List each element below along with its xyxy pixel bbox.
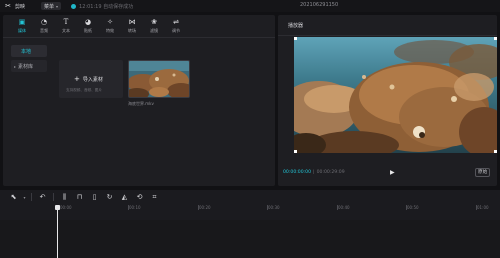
media-panel: ▣ 媒体 ◔ 音频 T 文本 ◕ 贴纸 ✧ 特效 ⋈ 转场 ❀ 滤镜 ⇌ 调节 <box>3 15 275 186</box>
divider <box>278 35 497 36</box>
total-time: 00:00:29:09 <box>316 170 345 175</box>
video-preview[interactable] <box>294 37 497 153</box>
filter-icon: ❀ <box>151 18 157 26</box>
tab-label: 转场 <box>128 28 136 33</box>
sidebar-item-label: 素材库 <box>18 63 34 70</box>
timeline-toolbar: ⬉ ▾ ↶ ⫼ ⊓ ▯ ↻ ◭ ⟲ ⌗ <box>0 190 500 204</box>
split-icon[interactable]: ⫼ <box>57 191 72 203</box>
rotate-icon[interactable]: ⟲ <box>132 191 147 203</box>
freeze-icon[interactable]: ▯ <box>87 191 102 203</box>
effects-icon: ✧ <box>107 18 113 26</box>
transition-icon: ⋈ <box>128 18 136 26</box>
sidebar-item-label: 本地 <box>21 48 32 55</box>
tab-filter[interactable]: ❀ 滤镜 <box>143 15 165 37</box>
chevron-down-icon: ▾ <box>56 3 59 9</box>
title-bar: ✂ 剪映 菜单 ▾ 12:01:19 自动保存成功 202106291150 <box>0 0 500 12</box>
import-media-button[interactable]: + 导入素材 支持视频、音频、图片 <box>59 60 123 98</box>
save-status-icon <box>71 3 77 9</box>
tab-label: 调节 <box>172 28 180 33</box>
tab-adjust[interactable]: ⇌ 调节 <box>165 15 187 37</box>
tab-sticker[interactable]: ◕ 贴纸 <box>77 15 99 37</box>
playhead[interactable] <box>57 205 58 258</box>
mirror-icon[interactable]: ◭ <box>117 191 132 203</box>
text-icon: T <box>63 18 69 26</box>
resize-handle[interactable] <box>494 37 497 40</box>
tab-label: 媒体 <box>18 28 26 33</box>
clip-name: 海底世界.mkv <box>128 101 154 106</box>
sticker-icon: ◕ <box>84 18 92 26</box>
menu-button[interactable]: 菜单 ▾ <box>41 2 62 10</box>
tab-label: 特效 <box>106 28 114 33</box>
resize-handle[interactable] <box>494 150 497 153</box>
player-panel: 播放器 00:00:00:00 | 00:00:29:09 ▶ 原始 <box>278 15 497 186</box>
current-time: 00:00:00:00 <box>283 170 312 175</box>
tab-label: 滤镜 <box>150 28 158 33</box>
crop-icon[interactable]: ⌗ <box>147 191 162 203</box>
save-status: 12:01:19 自动保存成功 <box>79 3 134 10</box>
resize-handle[interactable] <box>294 37 297 40</box>
delete-icon[interactable]: ⊓ <box>72 191 87 203</box>
chevron-right-icon: ▸ <box>14 63 17 69</box>
play-button[interactable]: ▶ <box>390 169 395 176</box>
replay-icon[interactable]: ↻ <box>102 191 117 203</box>
playhead-handle[interactable] <box>55 205 60 210</box>
ruler-tick: 01:00 <box>476 205 489 210</box>
resize-handle[interactable] <box>294 150 297 153</box>
timeline-track-area[interactable] <box>0 220 500 258</box>
tab-media[interactable]: ▣ 媒体 <box>11 15 33 37</box>
import-hint: 支持视频、音频、图片 <box>66 88 102 92</box>
import-label: 导入素材 <box>82 77 103 83</box>
ruler-tick: 00:20 <box>198 205 211 210</box>
ruler-tick: 00:30 <box>267 205 280 210</box>
sidebar-item-local[interactable]: 本地 <box>11 45 47 57</box>
tab-transition[interactable]: ⋈ 转场 <box>121 15 143 37</box>
aspect-ratio-button[interactable]: 原始 <box>475 168 491 177</box>
divider <box>53 193 54 201</box>
project-title: 202106291150 <box>300 2 339 8</box>
tab-label: 音频 <box>40 28 48 33</box>
player-title: 播放器 <box>288 23 304 29</box>
plus-icon: + <box>74 75 80 83</box>
chevron-down-icon[interactable]: ▾ <box>21 191 28 203</box>
time-separator: | <box>313 170 315 175</box>
undo-icon[interactable]: ↶ <box>35 191 50 203</box>
tab-effects[interactable]: ✧ 特效 <box>99 15 121 37</box>
ruler-tick: 00:00 <box>59 205 72 210</box>
tab-label: 文本 <box>62 28 70 33</box>
time-ruler[interactable]: 00:00 00:10 00:20 00:30 00:40 00:50 01:0… <box>0 204 500 213</box>
media-toolbar: ▣ 媒体 ◔ 音频 T 文本 ◕ 贴纸 ✧ 特效 ⋈ 转场 ❀ 滤镜 ⇌ 调节 <box>3 15 275 37</box>
timecode-display: 00:00:00:00 | 00:00:29:09 <box>283 170 345 175</box>
select-icon[interactable]: ⬉ <box>6 191 21 203</box>
audio-icon: ◔ <box>40 18 48 26</box>
sidebar-item-library[interactable]: ▸ 素材库 <box>11 60 47 72</box>
tab-label: 贴纸 <box>84 28 92 33</box>
tab-audio[interactable]: ◔ 音频 <box>33 15 55 37</box>
tab-text[interactable]: T 文本 <box>55 15 77 37</box>
app-logo-icon: ✂ <box>5 2 11 10</box>
timeline-panel: ⬉ ▾ ↶ ⫼ ⊓ ▯ ↻ ◭ ⟲ ⌗ 00:00 00:10 00:20 00… <box>0 190 500 258</box>
reef-preview-image <box>294 37 497 153</box>
app-name: 剪映 <box>15 3 26 10</box>
ruler-tick: 00:10 <box>128 205 141 210</box>
media-icon: ▣ <box>18 18 26 26</box>
menu-label: 菜单 <box>44 3 55 10</box>
clip-thumbnail[interactable] <box>128 60 190 98</box>
adjust-icon: ⇌ <box>173 18 179 26</box>
import-label-row: + 导入素材 <box>74 75 103 84</box>
reef-thumbnail-image <box>129 61 189 97</box>
divider <box>3 37 275 38</box>
ruler-tick: 00:50 <box>406 205 419 210</box>
ruler-tick: 00:40 <box>337 205 350 210</box>
divider <box>31 193 32 201</box>
